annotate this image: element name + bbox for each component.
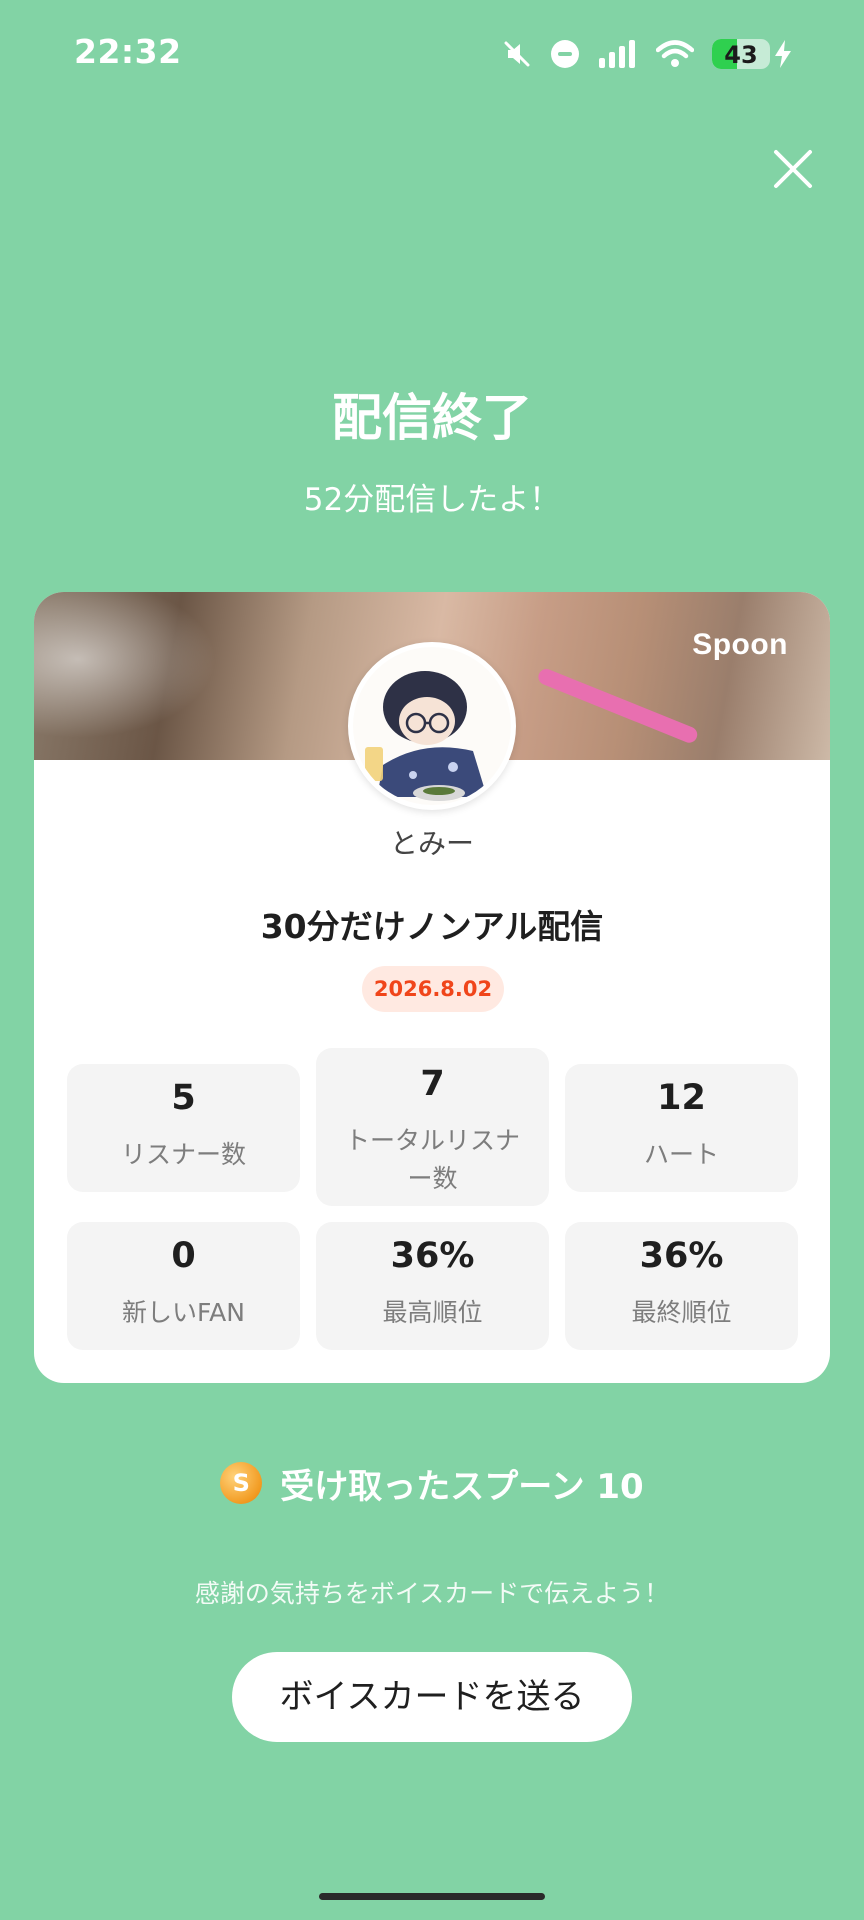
stat-label: 新しいFAN — [122, 1298, 245, 1327]
battery-percent: 43 — [724, 41, 758, 69]
spoons-label: 受け取ったスプーン 10 — [280, 1466, 644, 1507]
stat-label: リスナー数 — [120, 1140, 246, 1169]
stat-label: 最終順位 — [631, 1298, 732, 1327]
status-bar: 22:32 43 — [0, 0, 864, 110]
brand-logo: Spoon — [692, 628, 788, 661]
host-name: とみー — [389, 827, 474, 860]
stat-listeners: 5 リスナー数 — [67, 1064, 300, 1192]
spoons-received: S 受け取ったスプーン 10 — [0, 1458, 864, 1508]
status-icons: 43 — [502, 34, 792, 74]
stat-hearts: 12 ハート — [565, 1064, 798, 1192]
live-summary-card: Spoon とみー 30分だけノンアル配信 2026.8.02 5 リスナー数 … — [34, 592, 830, 1383]
cover-highlight — [34, 592, 254, 760]
avatar-illustration — [353, 647, 511, 805]
page-title: 配信終了 — [332, 389, 532, 447]
duration-subtitle: 52分配信したよ！ — [303, 482, 561, 518]
cover-straw-decoration — [536, 666, 700, 746]
stat-value: 36% — [390, 1236, 475, 1276]
stat-final-rank: 36% 最終順位 — [565, 1222, 798, 1350]
stat-value: 7 — [420, 1064, 445, 1104]
stat-value: 12 — [657, 1078, 706, 1118]
signal-icon — [598, 40, 638, 68]
wifi-icon — [656, 40, 694, 68]
stat-label: 最高順位 — [382, 1298, 483, 1327]
date-badge: 2026.8.02 — [362, 966, 504, 1012]
live-title: 30分だけノンアル配信 — [260, 907, 604, 946]
send-voice-card-button[interactable]: ボイスカードを送る — [232, 1652, 632, 1742]
avatar[interactable] — [348, 642, 516, 810]
status-time: 22:32 — [74, 32, 182, 71]
stat-new-fans: 0 新しいFAN — [67, 1222, 300, 1350]
mute-icon — [502, 39, 532, 69]
spoon-coin-icon: S — [220, 1462, 263, 1504]
stat-best-rank: 36% 最高順位 — [316, 1222, 549, 1350]
close-button[interactable] — [766, 142, 820, 196]
charging-bolt-icon — [774, 40, 792, 68]
stat-total-listeners: 7 トータルリスナー数 — [316, 1048, 549, 1206]
thanks-message: 感謝の気持ちをボイスカードで伝えよう！ — [194, 1579, 670, 1608]
stat-value: 36% — [639, 1236, 724, 1276]
stat-label: トータルリスナー数 — [344, 1126, 520, 1193]
stat-value: 0 — [171, 1236, 196, 1276]
close-icon — [774, 150, 812, 188]
battery-icon: 43 — [712, 39, 770, 69]
stat-value: 5 — [171, 1078, 196, 1118]
stat-label: ハート — [643, 1140, 719, 1169]
home-indicator — [319, 1893, 545, 1900]
do-not-disturb-icon — [550, 39, 580, 69]
